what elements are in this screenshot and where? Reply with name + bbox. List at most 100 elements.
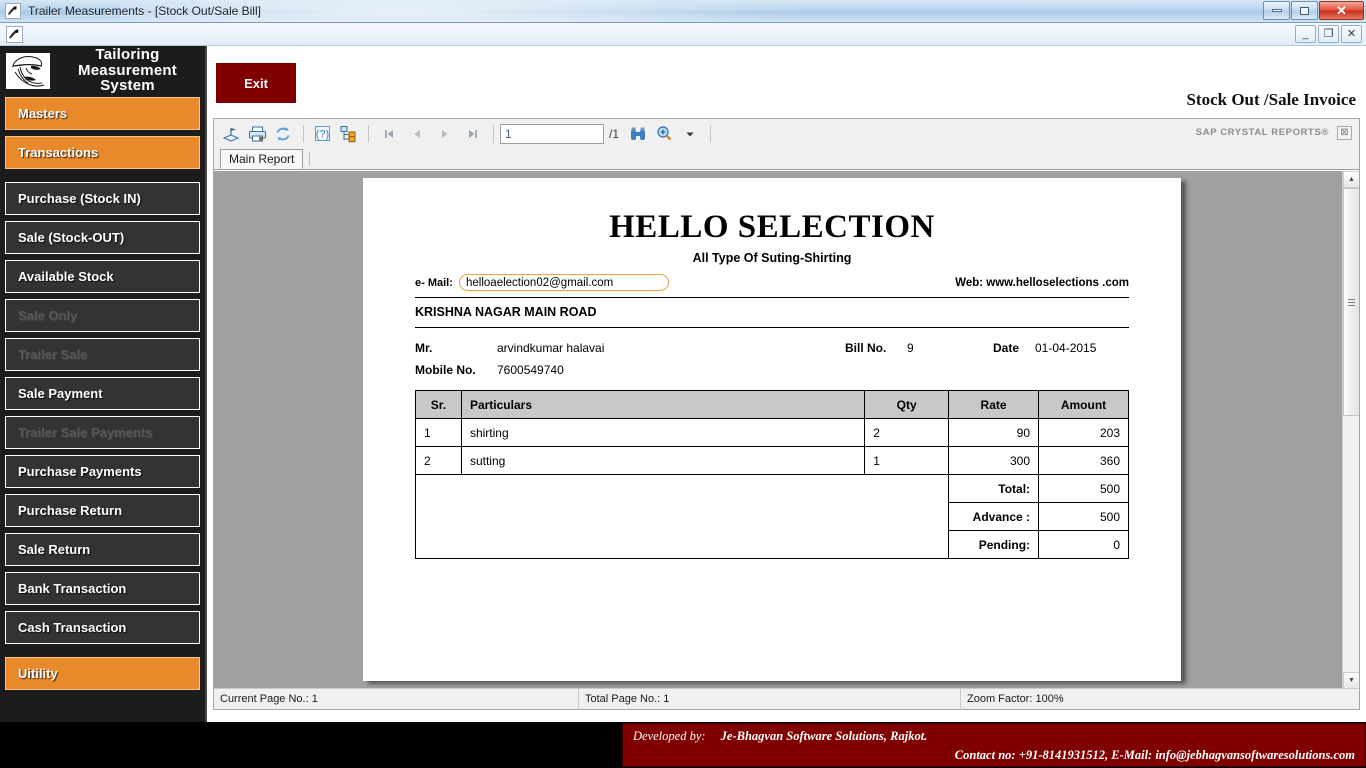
sidebar-item-available-stock[interactable]: Available Stock: [5, 260, 200, 293]
exit-button[interactable]: Exit: [216, 63, 296, 103]
mdi-window-controls: _ ❐ ✕: [1295, 25, 1362, 43]
window-restore-button[interactable]: [1291, 1, 1318, 20]
mdi-minimize-button[interactable]: _: [1295, 25, 1316, 43]
sidebar-item-purchase-payments[interactable]: Purchase Payments: [5, 455, 200, 488]
app-footer: Developed by: Je-Bhagvan Software Soluti…: [0, 722, 1366, 768]
sidebar-brand: Tailoring Measurement System: [56, 47, 199, 94]
sidebar-item-cash-transaction[interactable]: Cash Transaction: [5, 611, 200, 644]
viewer-close-icon[interactable]: ⊠: [1337, 126, 1352, 140]
brand-line-1: Tailoring: [95, 45, 160, 63]
toolbar-separator-3: [493, 124, 494, 143]
window-close-button[interactable]: ✕: [1319, 1, 1364, 20]
window-minimize-button[interactable]: [1263, 1, 1290, 20]
export-icon[interactable]: [219, 123, 243, 145]
table-header-row: Sr. Particulars Qty Rate Amount: [415, 390, 1129, 419]
mobile-label: Mobile No.: [415, 363, 476, 377]
sidebar-item-sale-only: Sale Only: [5, 299, 200, 332]
invoice-contact-row: e- Mail: helloaelection02@gmail.com Web:…: [415, 274, 1129, 294]
mdi-close-button[interactable]: ✕: [1341, 25, 1362, 43]
scroll-up-icon[interactable]: ▲: [1343, 171, 1359, 188]
summary-label-advance: Advance :: [948, 502, 1040, 531]
date-value: 01-04-2015: [1035, 341, 1097, 355]
page-number-input[interactable]: [500, 123, 604, 144]
invoice-meta: Mr. arvindkumar halavai Mobile No. 76005…: [415, 341, 1129, 385]
scrollbar-thumb[interactable]: [1343, 188, 1359, 416]
column-header-sr: Sr.: [415, 390, 462, 419]
sidebar-item-bank-transaction[interactable]: Bank Transaction: [5, 572, 200, 605]
cell-sr: 1: [415, 418, 462, 447]
report-vertical-scrollbar[interactable]: ▲ ▼: [1342, 171, 1359, 688]
window-title: Trailer Measurements - [Stock Out/Sale B…: [28, 4, 261, 18]
invoice-items-table: Sr. Particulars Qty Rate Amount 1 shirti…: [414, 390, 1129, 559]
sidebar-item-sale-payment[interactable]: Sale Payment: [5, 377, 200, 410]
refresh-icon[interactable]: [271, 123, 295, 145]
developed-by-label: Developed by:: [633, 729, 706, 743]
sidebar-item-trailer-sale-payments: Trailer Sale Payments: [5, 416, 200, 449]
sidebar-menu: Masters Transactions Purchase (Stock IN)…: [0, 91, 205, 690]
invoice-divider-1: [415, 297, 1129, 298]
sidebar-header: Tailoring Measurement System: [0, 46, 205, 94]
cell-rate: 90: [948, 418, 1040, 447]
last-page-icon[interactable]: [459, 123, 487, 145]
bill-no-label: Bill No.: [845, 341, 887, 355]
summary-row: Total: 500: [414, 474, 1129, 559]
page-title: Stock Out /Sale Invoice: [1186, 90, 1356, 109]
crystal-reports-viewer: (?) 1 /1 SAP CRYSTAL REPORTS® ⊠ Main Rep…: [213, 118, 1360, 710]
mdi-restore-button[interactable]: ❐: [1318, 25, 1339, 43]
sidebar-item-transactions[interactable]: Transactions: [5, 136, 200, 169]
cell-rate: 300: [948, 446, 1040, 475]
invoice: HELLO SELECTION All Type Of Suting-Shirt…: [363, 178, 1181, 681]
group-tree-icon[interactable]: [336, 123, 360, 145]
status-current-page: Current Page No.: 1: [214, 688, 579, 710]
toolbar-separator: [303, 124, 304, 143]
main-content: Exit Stock Out /Sale Invoice (?) 1 /1 SA…: [207, 46, 1366, 722]
sidebar: Tailoring Measurement System Masters Tra…: [0, 46, 207, 768]
sidebar-item-sale-stock-out[interactable]: Sale (Stock-OUT): [5, 221, 200, 254]
column-header-amount: Amount: [1038, 390, 1129, 419]
tab-main-report[interactable]: Main Report: [220, 149, 304, 169]
column-header-rate: Rate: [948, 390, 1040, 419]
tab-separator: [309, 152, 311, 166]
find-binoculars-icon[interactable]: [626, 123, 650, 145]
cell-amount: 360: [1038, 446, 1129, 475]
table-row: 2 sutting 1 300 360: [415, 446, 1129, 475]
cell-amount: 203: [1038, 418, 1129, 447]
viewer-tab-row: Main Report: [214, 148, 1359, 170]
sidebar-item-purchase-stock-in[interactable]: Purchase (Stock IN): [5, 182, 200, 215]
developer-credit-band: Developed by: Je-Bhagvan Software Soluti…: [622, 723, 1366, 767]
column-header-particulars: Particulars: [460, 390, 866, 419]
cell-particulars: shirting: [460, 418, 866, 447]
sidebar-item-sale-return[interactable]: Sale Return: [5, 533, 200, 566]
help-icon[interactable]: (?): [310, 123, 334, 145]
customer-name: arvindkumar halavai: [497, 341, 605, 355]
window-title-bar: Trailer Measurements - [Stock Out/Sale B…: [0, 0, 1366, 23]
invoice-divider-2: [415, 327, 1129, 328]
sidebar-item-masters[interactable]: Masters: [5, 97, 200, 130]
cell-particulars: sutting: [460, 446, 866, 475]
summary-value-pending: 0: [1038, 530, 1129, 559]
invoice-address: KRISHNA NAGAR MAIN ROAD: [415, 305, 597, 319]
cell-qty: 1: [864, 446, 950, 475]
sidebar-item-utility[interactable]: Uitility: [5, 657, 200, 690]
previous-page-icon[interactable]: [403, 123, 431, 145]
report-canvas: HELLO SELECTION All Type Of Suting-Shirt…: [214, 170, 1359, 688]
print-icon[interactable]: [245, 123, 269, 145]
next-page-icon[interactable]: [431, 123, 459, 145]
zoom-in-icon[interactable]: [652, 123, 676, 145]
first-page-icon[interactable]: [375, 123, 403, 145]
sidebar-item-purchase-return[interactable]: Purchase Return: [5, 494, 200, 527]
summary-label-pending: Pending:: [948, 530, 1040, 559]
invoice-company-name: HELLO SELECTION: [609, 209, 935, 245]
scroll-down-icon[interactable]: ▼: [1343, 672, 1359, 688]
svg-text:(?): (?): [315, 128, 328, 140]
window-controls: ✕: [1263, 1, 1364, 20]
application-window: Trailer Measurements - [Stock Out/Sale B…: [0, 0, 1366, 768]
status-total-page: Total Page No.: 1: [579, 688, 961, 710]
toolbar-separator-4: [710, 124, 712, 143]
summary-value-advance: 500: [1038, 502, 1129, 531]
status-zoom-factor: Zoom Factor: 100%: [967, 693, 1064, 705]
email-value: helloaelection02@gmail.com: [459, 274, 669, 291]
invoice-tagline: All Type Of Suting-Shirting: [692, 251, 852, 265]
chevron-down-icon[interactable]: [678, 123, 702, 145]
table-row: 1 shirting 2 90 203: [415, 418, 1129, 447]
